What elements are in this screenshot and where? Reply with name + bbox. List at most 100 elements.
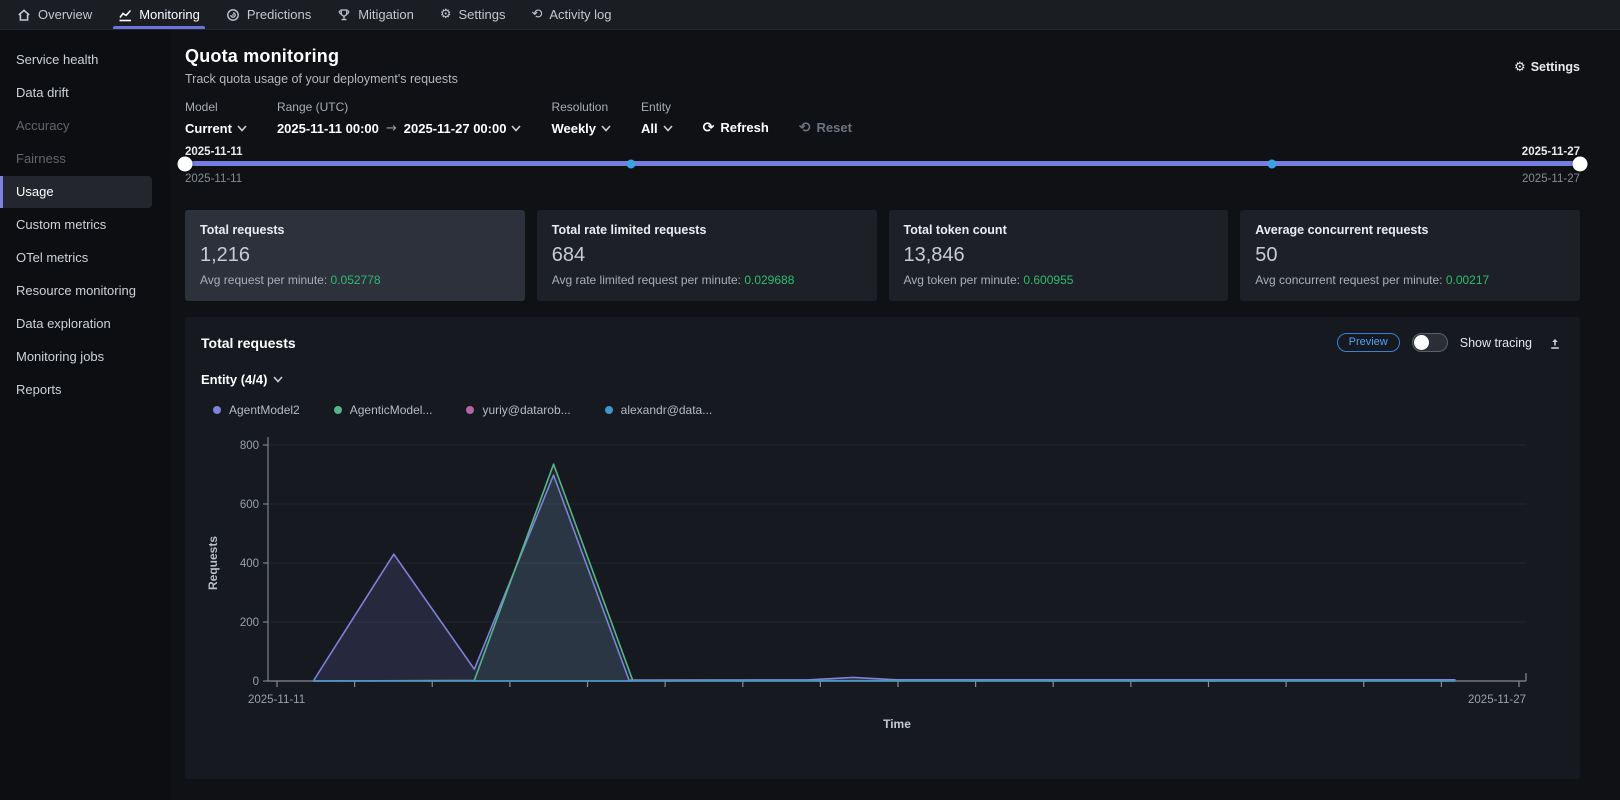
sidebar-item-custom-metrics[interactable]: Custom metrics — [0, 209, 170, 241]
stat-title: Total token count — [904, 223, 1214, 237]
range-select[interactable]: 2025-11-11 00:00 → 2025-11-27 00:00 — [277, 121, 522, 136]
stat-subtext: Avg request per minute: 0.052778 — [200, 273, 510, 287]
slider-handle-right[interactable] — [1573, 156, 1588, 171]
chevron-down-icon — [601, 125, 611, 132]
legend-item[interactable]: alexandr@data... — [605, 403, 713, 417]
sidebar-item-data-drift[interactable]: Data drift — [0, 77, 170, 109]
range-label: Range (UTC) — [277, 100, 522, 114]
slider-end-date: 2025-11-27 — [1522, 146, 1580, 158]
entity-selector[interactable]: Entity (4/4) — [201, 372, 1562, 387]
stat-card-token-count[interactable]: Total token count 13,846 Avg token per m… — [889, 210, 1229, 301]
export-icon[interactable] — [1548, 336, 1562, 350]
model-value: Current — [185, 121, 232, 136]
slider-track[interactable] — [185, 161, 1580, 166]
legend-dot — [334, 406, 342, 414]
svg-text:400: 400 — [240, 558, 259, 570]
range-start-value: 2025-11-11 00:00 — [277, 121, 379, 136]
entity-value: All — [641, 121, 658, 136]
chart-title: Total requests — [201, 335, 296, 351]
stat-title: Total rate limited requests — [552, 223, 862, 237]
refresh-icon: ⟳ — [703, 121, 715, 135]
stat-card-total-requests[interactable]: Total requests 1,216 Avg request per min… — [185, 210, 525, 301]
chart-area: 02004006008002025-11-112025-11-27TimeReq… — [201, 425, 1562, 742]
nav-label: Mitigation — [358, 7, 414, 22]
model-label: Model — [185, 100, 247, 114]
nav-item-overview[interactable]: Overview — [4, 0, 105, 29]
stat-title: Average concurrent requests — [1255, 223, 1565, 237]
stat-value: 13,846 — [904, 244, 1214, 267]
sidebar-item-accuracy[interactable]: Accuracy — [0, 110, 170, 142]
slider-handle-left[interactable] — [178, 156, 193, 171]
nav-item-monitoring[interactable]: Monitoring — [105, 0, 213, 29]
stat-subtext: Avg rate limited request per minute: 0.0… — [552, 273, 862, 287]
nav-item-settings[interactable]: ⚙ Settings — [427, 0, 519, 29]
show-tracing-label: Show tracing — [1460, 336, 1532, 350]
sidebar-item-usage[interactable]: Usage — [0, 176, 152, 208]
stat-subtext: Avg token per minute: 0.600955 — [904, 273, 1214, 287]
chevron-down-icon — [237, 125, 247, 132]
sidebar-item-monitoring-jobs[interactable]: Monitoring jobs — [0, 341, 170, 373]
stat-value: 50 — [1255, 244, 1565, 267]
legend-label: AgenticModel... — [350, 403, 433, 417]
main-content: Quota monitoring Track quota usage of yo… — [170, 30, 1620, 800]
nav-label: Activity log — [549, 7, 611, 22]
legend-dot — [466, 406, 474, 414]
sidebar-item-reports[interactable]: Reports — [0, 374, 170, 406]
entity-selector-label: Entity (4/4) — [201, 372, 267, 387]
slider-start-date: 2025-11-11 — [185, 146, 243, 158]
sidebar-item-service-health[interactable]: Service health — [0, 44, 170, 76]
preview-badge: Preview — [1337, 333, 1400, 352]
svg-text:2025-11-27: 2025-11-27 — [1468, 694, 1526, 706]
slider-data-marker — [627, 159, 636, 168]
stat-card-concurrent-requests[interactable]: Average concurrent requests 50 Avg concu… — [1240, 210, 1580, 301]
legend-dot — [213, 406, 221, 414]
stat-value: 1,216 — [200, 244, 510, 267]
sidebar-item-otel-metrics[interactable]: OTel metrics — [0, 242, 170, 274]
svg-text:800: 800 — [240, 440, 259, 452]
page-settings-button[interactable]: ⚙ Settings — [1514, 60, 1580, 74]
stat-value: 684 — [552, 244, 862, 267]
entity-select[interactable]: All — [641, 121, 673, 136]
stat-subtext: Avg concurrent request per minute: 0.002… — [1255, 273, 1565, 287]
svg-text:200: 200 — [240, 617, 259, 629]
svg-text:0: 0 — [253, 676, 259, 688]
page-title: Quota monitoring — [185, 46, 458, 67]
history-icon: ⟲ — [531, 8, 542, 21]
legend-dot — [605, 406, 613, 414]
show-tracing-toggle[interactable] — [1412, 333, 1448, 352]
stat-title: Total requests — [200, 223, 510, 237]
resolution-select[interactable]: Weekly — [551, 121, 611, 136]
legend-label: alexandr@data... — [621, 403, 713, 417]
legend-item[interactable]: AgenticModel... — [334, 403, 433, 417]
sidebar-item-fairness[interactable]: Fairness — [0, 143, 170, 175]
line-chart-icon — [118, 8, 132, 22]
legend-item[interactable]: AgentModel2 — [213, 403, 300, 417]
stat-card-rate-limited[interactable]: Total rate limited requests 684 Avg rate… — [537, 210, 877, 301]
refresh-button[interactable]: ⟳ Refresh — [703, 120, 769, 136]
page-subtitle: Track quota usage of your deployment's r… — [185, 72, 458, 86]
nav-item-mitigation[interactable]: Mitigation — [324, 0, 427, 29]
reset-button[interactable]: ⟲ Reset — [799, 120, 852, 136]
model-select[interactable]: Current — [185, 121, 247, 136]
svg-text:600: 600 — [240, 499, 259, 511]
entity-label: Entity — [641, 100, 673, 114]
home-icon — [17, 8, 31, 22]
nav-item-predictions[interactable]: Predictions — [213, 0, 324, 29]
sidebar-item-resource-monitoring[interactable]: Resource monitoring — [0, 275, 170, 307]
chevron-down-icon — [511, 125, 521, 132]
nav-label: Monitoring — [139, 7, 200, 22]
nav-item-activity-log[interactable]: ⟲ Activity log — [518, 0, 624, 29]
slider-start-date-secondary: 2025-11-11 — [185, 173, 242, 185]
nav-label: Settings — [459, 7, 506, 22]
slider-end-date-secondary: 2025-11-27 — [1522, 173, 1580, 185]
gear-icon: ⚙ — [440, 8, 452, 21]
range-end-value: 2025-11-27 00:00 — [404, 121, 507, 136]
chart-legend: AgentModel2 AgenticModel... yuriy@dataro… — [213, 403, 1562, 417]
sidebar-item-data-exploration[interactable]: Data exploration — [0, 308, 170, 340]
settings-label: Settings — [1531, 60, 1580, 74]
trophy-icon — [337, 8, 351, 22]
nav-label: Predictions — [247, 7, 311, 22]
legend-item[interactable]: yuriy@datarob... — [466, 403, 570, 417]
legend-label: yuriy@datarob... — [482, 403, 570, 417]
total-requests-panel: Total requests Preview Show tracing Enti… — [185, 317, 1580, 779]
